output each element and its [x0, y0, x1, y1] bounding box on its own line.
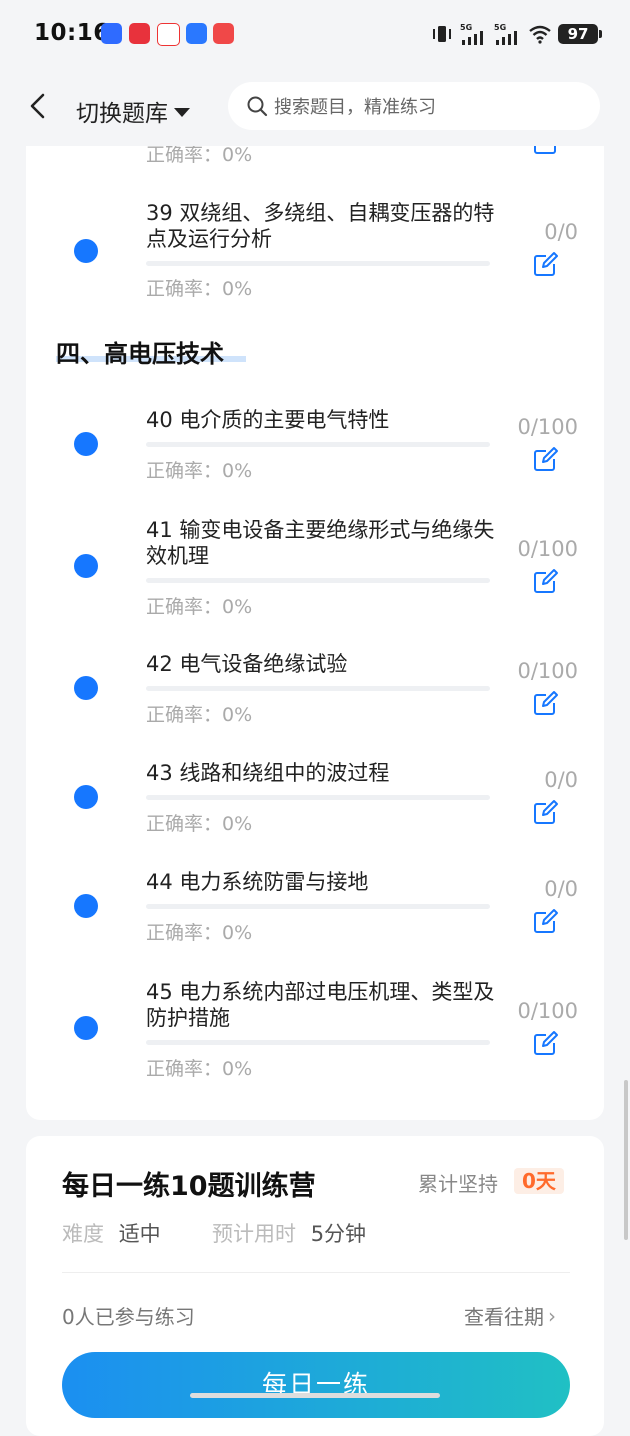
chapter-item-39[interactable]: 39 双绕组、多绕组、自耦变压器的特点及运行分析 正确率：0% 0/0	[26, 198, 604, 308]
svg-text:5G: 5G	[460, 23, 472, 32]
search-icon	[247, 96, 268, 117]
time-value: 5分钟	[310, 1222, 367, 1246]
signal-5g-icon: 5G	[494, 23, 517, 45]
edit-icon[interactable]	[532, 250, 560, 278]
daily-camp-card: 每日一练10题训练营 累计坚持 0天 难度 适中 预计用时 5分钟 0人已参与练…	[26, 1136, 604, 1436]
edit-icon[interactable]	[532, 445, 560, 473]
progress-bar	[146, 578, 490, 583]
chapter-item-41[interactable]: 41 输变电设备主要绝缘形式与绝缘失效机理 正确率：0% 0/100	[26, 516, 604, 626]
accuracy-text: 正确率：0%	[146, 1058, 253, 1080]
top-nav: 切换题库 搜索题目，精准练习	[0, 70, 630, 146]
status-dot	[74, 676, 98, 700]
history-link[interactable]: 查看往期 ›	[464, 1301, 556, 1330]
scrollbar[interactable]	[624, 1080, 628, 1240]
edit-icon[interactable]	[532, 146, 560, 156]
history-link-label: 查看往期	[464, 1305, 544, 1329]
time-label: 预计用时	[212, 1222, 296, 1246]
edit-icon[interactable]	[532, 1029, 560, 1057]
camp-title: 每日一练10题训练营	[62, 1171, 316, 1202]
app-notification-icon	[157, 23, 180, 46]
section-title: 四、高电压技术	[56, 340, 224, 368]
progress-bar	[146, 686, 490, 691]
question-count: 0/100	[517, 659, 578, 683]
chapter-item-45[interactable]: 45 电力系统内部过电压机理、类型及防护措施 正确率：0% 0/100	[26, 978, 604, 1088]
chapter-title: 39 双绕组、多绕组、自耦变压器的特点及运行分析	[146, 201, 495, 251]
daily-practice-button[interactable]: 每日一练	[62, 1352, 570, 1418]
app-notification-icon	[101, 23, 122, 44]
edit-icon[interactable]	[532, 689, 560, 717]
chevron-right-icon: ›	[548, 1303, 556, 1328]
status-dot	[74, 894, 98, 918]
question-count: 0/100	[517, 415, 578, 439]
app-notification-icon	[213, 23, 234, 44]
home-indicator	[190, 1393, 440, 1398]
chapter-item-42[interactable]: 42 电气设备绝缘试验 正确率：0% 0/100	[26, 650, 604, 730]
app-notification-icon	[129, 23, 150, 44]
svg-text:5G: 5G	[494, 23, 506, 32]
signal-5g-icon: 5G	[460, 23, 483, 45]
chapter-list-card: 正确率：0% 39 双绕组、多绕组、自耦变压器的特点及运行分析 正确率：0% 0…	[26, 146, 604, 1120]
accuracy-text: 正确率：0%	[146, 146, 253, 166]
chapter-item-43[interactable]: 43 线路和绕组中的波过程 正确率：0% 0/0	[26, 759, 604, 839]
accuracy-text: 正确率：0%	[146, 460, 253, 482]
accuracy-text: 正确率：0%	[146, 813, 253, 835]
question-count: 0/0	[544, 768, 578, 792]
wifi-icon	[529, 25, 551, 44]
chapter-title: 45 电力系统内部过电压机理、类型及防护措施	[146, 980, 495, 1030]
accuracy-text: 正确率：0%	[146, 704, 253, 726]
accuracy-text: 正确率：0%	[146, 922, 253, 944]
app-notification-icon	[186, 23, 207, 44]
question-count: 0/0	[544, 877, 578, 901]
status-bar: 10:16 5G 5G 97	[0, 0, 630, 70]
edit-icon[interactable]	[532, 798, 560, 826]
switch-bank-label: 切换题库	[76, 101, 168, 127]
question-count: 0/0	[544, 220, 578, 244]
difficulty-value: 适中	[118, 1222, 161, 1246]
progress-bar	[146, 1040, 490, 1045]
progress-bar	[146, 261, 490, 266]
accuracy-text: 正确率：0%	[146, 278, 253, 300]
progress-bar	[146, 442, 490, 447]
divider	[62, 1272, 570, 1273]
chapter-title: 44 电力系统防雷与接地	[146, 870, 369, 894]
battery-indicator: 97	[558, 24, 602, 44]
search-placeholder: 搜索题目，精准练习	[274, 97, 436, 118]
edit-icon[interactable]	[532, 907, 560, 935]
accuracy-text: 正确率：0%	[146, 596, 253, 618]
question-count: 0/100	[517, 537, 578, 561]
switch-bank-dropdown[interactable]: 切换题库	[76, 94, 190, 128]
chapter-title: 42 电气设备绝缘试验	[146, 652, 348, 676]
chapter-item-40[interactable]: 40 电介质的主要电气特性 正确率：0% 0/100	[26, 406, 604, 486]
question-count: 0/100	[517, 999, 578, 1023]
status-dot	[74, 1016, 98, 1040]
status-dot	[74, 554, 98, 578]
status-dot	[74, 432, 98, 456]
chapter-title: 41 输变电设备主要绝缘形式与绝缘失效机理	[146, 518, 495, 568]
progress-bar	[146, 795, 490, 800]
chapter-title: 40 电介质的主要电气特性	[146, 408, 390, 432]
participants-count: 0人已参与练习	[62, 1305, 195, 1329]
time-info: 预计用时 5分钟	[212, 1218, 366, 1248]
streak-badge: 0天	[514, 1168, 564, 1194]
status-time: 10:16	[34, 20, 110, 46]
status-dot	[74, 239, 98, 263]
caret-down-icon	[174, 107, 190, 117]
difficulty-info: 难度 适中	[62, 1218, 161, 1248]
search-input[interactable]: 搜索题目，精准练习	[228, 82, 600, 130]
chapter-title: 43 线路和绕组中的波过程	[146, 761, 390, 785]
streak-label: 累计坚持	[418, 1172, 498, 1196]
edit-icon[interactable]	[532, 567, 560, 595]
progress-bar	[146, 904, 490, 909]
status-dot	[74, 785, 98, 809]
difficulty-label: 难度	[62, 1222, 104, 1246]
chapter-item-44[interactable]: 44 电力系统防雷与接地 正确率：0% 0/0	[26, 868, 604, 948]
back-arrow-icon[interactable]	[26, 92, 50, 120]
vibrate-icon	[433, 26, 451, 42]
